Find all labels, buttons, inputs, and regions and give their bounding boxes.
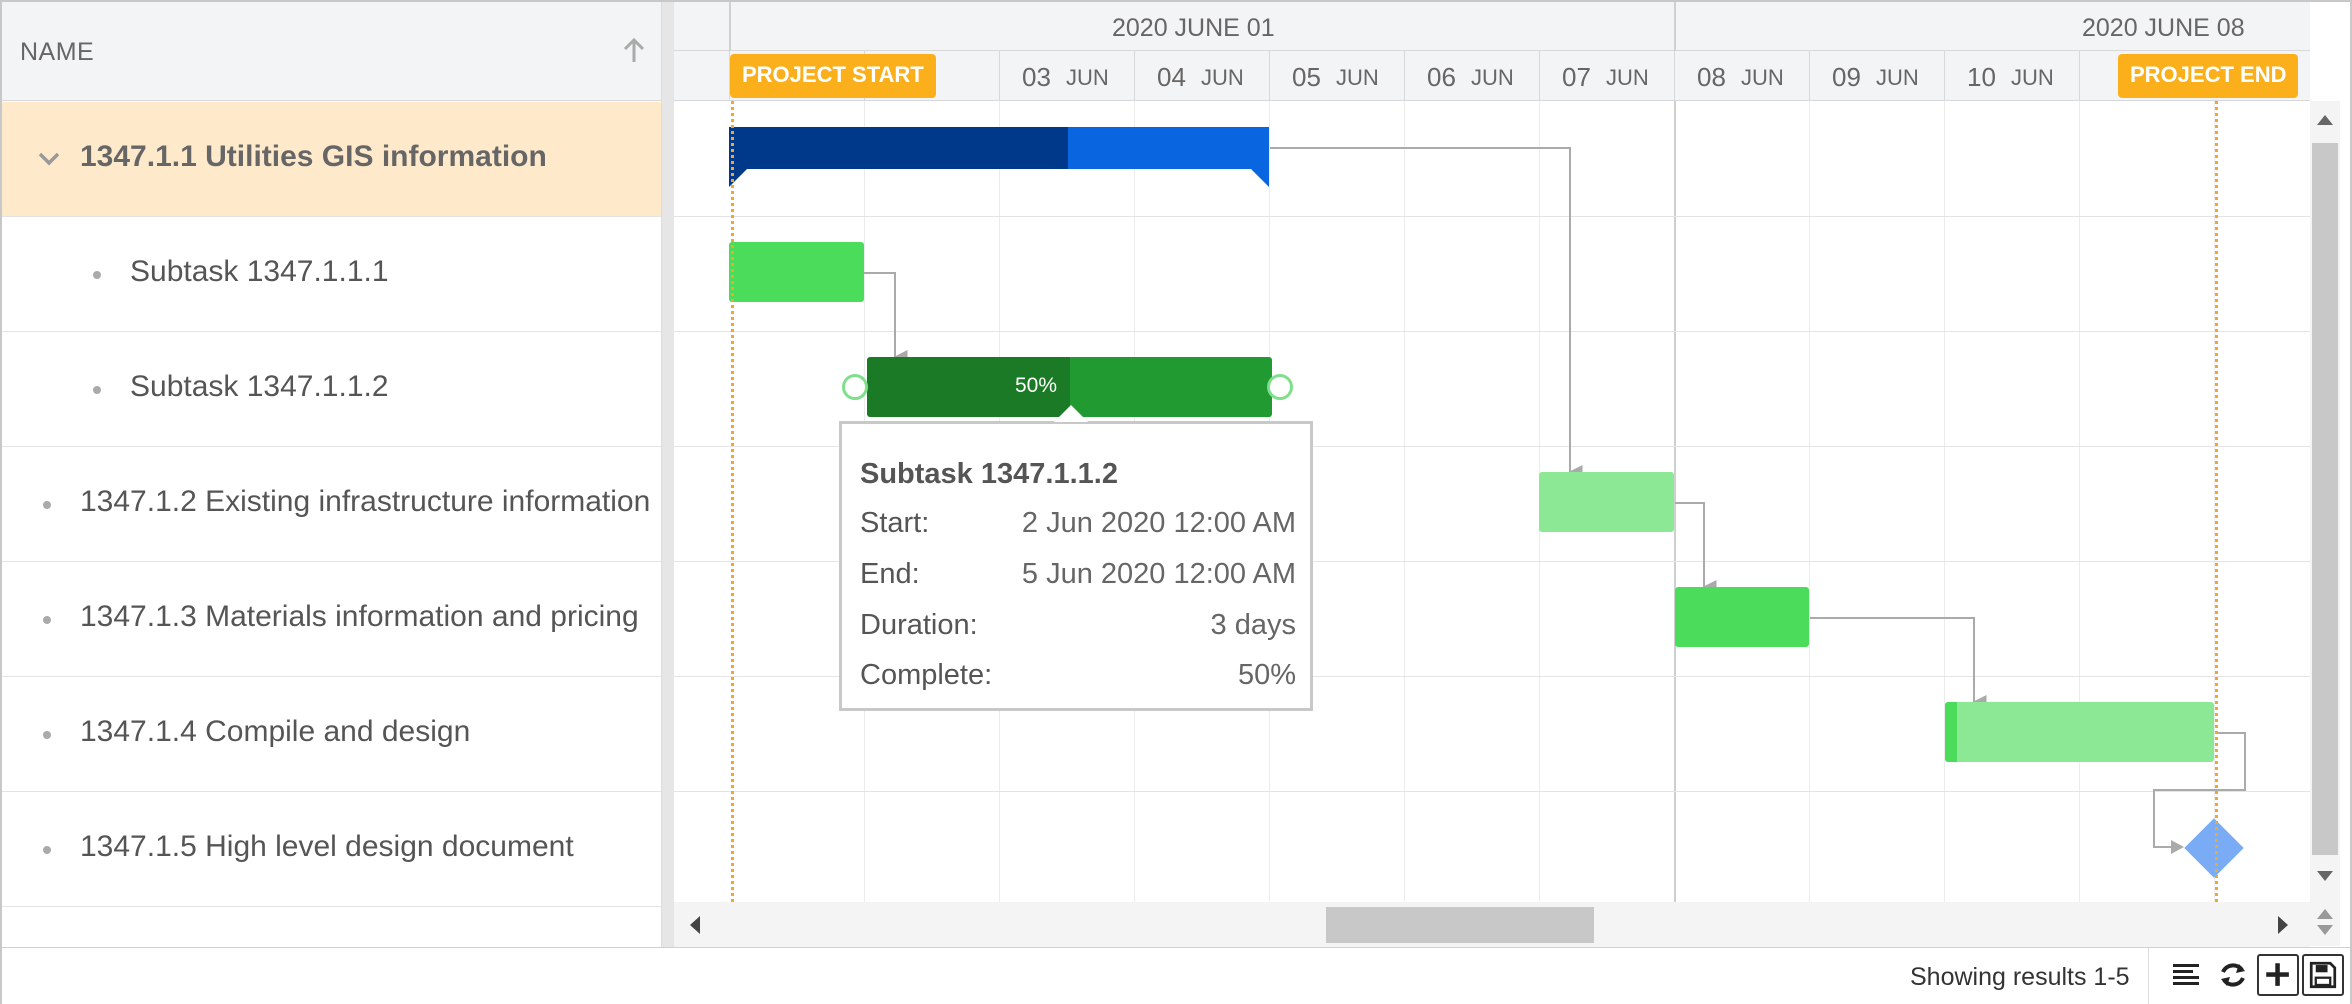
- scroll-right-icon[interactable]: [2278, 916, 2290, 934]
- tree-row-subtask-1[interactable]: Subtask 1347.1.1.1: [2, 217, 661, 332]
- gantt-app: NAME 1347.1.1 Utilities GIS information …: [0, 0, 2352, 1004]
- tree-row-subtask-2[interactable]: Subtask 1347.1.1.2: [2, 332, 661, 447]
- bullet-icon: [43, 616, 51, 624]
- bullet-icon: [93, 386, 101, 394]
- tooltip-duration-value: 3 days: [1210, 609, 1296, 641]
- tooltip-start-value: 2 Jun 2020 12:00 AM: [1021, 507, 1296, 539]
- tree-row-label: Subtask 1347.1.1.1: [130, 255, 389, 288]
- dependency-handle-left[interactable]: [842, 374, 868, 400]
- tooltip-duration-label: Duration:: [860, 609, 978, 641]
- tooltip-end-value: 5 Jun 2020 12:00 AM: [1021, 558, 1296, 590]
- tree-row-label: 1347.1.2 Existing infrastructure informa…: [80, 485, 651, 518]
- vertical-scroll-thumb[interactable]: [2312, 143, 2338, 855]
- project-end-line: [2215, 101, 2218, 902]
- tree-row-label: 1347.1.5 High level design document: [80, 830, 574, 863]
- bullet-icon: [43, 846, 51, 854]
- refresh-icon[interactable]: [2212, 954, 2254, 996]
- list-view-icon[interactable]: [2165, 954, 2207, 996]
- scroll-down-small-icon[interactable]: [2317, 925, 2333, 937]
- tooltip-complete-value: 50%: [1237, 659, 1296, 691]
- gantt-chart: 2020 JUNE 01 2020 JUNE 08 03 JUN 04 JUN …: [674, 2, 2310, 902]
- dependency-handle-right[interactable]: [1267, 374, 1293, 400]
- bullet-icon: [43, 501, 51, 509]
- tree-row-label: 1347.1.1 Utilities GIS information: [80, 140, 547, 173]
- vertical-scrollbar[interactable]: [2310, 101, 2340, 946]
- horizontal-scroll-thumb[interactable]: [1326, 907, 1594, 943]
- task-progress: [1945, 702, 1957, 762]
- tooltip-pointer: [1054, 405, 1088, 422]
- add-icon[interactable]: [2257, 954, 2299, 996]
- task-remaining: [1070, 357, 1272, 417]
- scroll-up-icon[interactable]: [2317, 113, 2333, 125]
- sort-ascending-icon[interactable]: [620, 36, 648, 66]
- tree-row-label: Subtask 1347.1.1.2: [130, 370, 389, 403]
- task-bar-subtask-1[interactable]: [729, 242, 864, 302]
- tree-row-1347-1-3[interactable]: 1347.1.3 Materials information and prici…: [2, 562, 661, 677]
- toolbar-divider: [2148, 948, 2149, 1004]
- summary-progress: [729, 127, 1068, 169]
- save-icon[interactable]: [2302, 954, 2344, 996]
- summary-cap-right: [1251, 169, 1269, 187]
- tree-row-1347-1-2[interactable]: 1347.1.2 Existing infrastructure informa…: [2, 447, 661, 562]
- project-start-badge: PROJECT START: [730, 54, 936, 98]
- tooltip-start-label: Start:: [860, 507, 930, 539]
- tooltip-complete-label: Complete:: [860, 659, 993, 691]
- tree-row-1347-1-4[interactable]: 1347.1.4 Compile and design: [2, 677, 661, 792]
- task-tree-grid: NAME 1347.1.1 Utilities GIS information …: [2, 2, 662, 947]
- splitter[interactable]: [662, 2, 674, 947]
- results-status: Showing results 1-5: [1910, 963, 2130, 991]
- project-start-line: [731, 101, 734, 902]
- summary-bar-1347-1-1[interactable]: [729, 127, 1269, 187]
- task-bar-1347-1-4[interactable]: [1945, 702, 2214, 762]
- task-percent-label: 50%: [1015, 374, 1058, 397]
- task-bar-1347-1-2[interactable]: [1539, 472, 1674, 532]
- summary-remaining: [1068, 127, 1269, 169]
- name-column-header[interactable]: NAME: [20, 38, 94, 67]
- tooltip-end-label: End:: [860, 558, 920, 590]
- task-tooltip: Subtask 1347.1.1.2 Start: 2 Jun 2020 12:…: [839, 421, 1313, 711]
- footer-toolbar: Showing results 1-5: [2, 947, 2350, 1004]
- scroll-left-icon[interactable]: [688, 916, 700, 934]
- project-end-badge: PROJECT END: [2118, 54, 2299, 98]
- tooltip-title: Subtask 1347.1.1.2: [860, 458, 1118, 490]
- tree-row-label: 1347.1.3 Materials information and prici…: [80, 600, 639, 633]
- tree-row-1347-1-5[interactable]: 1347.1.5 High level design document: [2, 792, 661, 907]
- chevron-down-icon[interactable]: [36, 146, 62, 172]
- task-bar-1347-1-3[interactable]: [1675, 587, 1809, 647]
- horizontal-scrollbar[interactable]: [674, 902, 2310, 947]
- bullet-icon: [93, 271, 101, 279]
- scroll-up-small-icon[interactable]: [2317, 907, 2333, 919]
- tree-header[interactable]: NAME: [2, 2, 661, 101]
- bullet-icon: [43, 731, 51, 739]
- tree-row-label: 1347.1.4 Compile and design: [80, 715, 471, 748]
- scroll-down-icon[interactable]: [2317, 871, 2333, 883]
- tree-row-1347-1-1[interactable]: 1347.1.1 Utilities GIS information: [2, 102, 661, 217]
